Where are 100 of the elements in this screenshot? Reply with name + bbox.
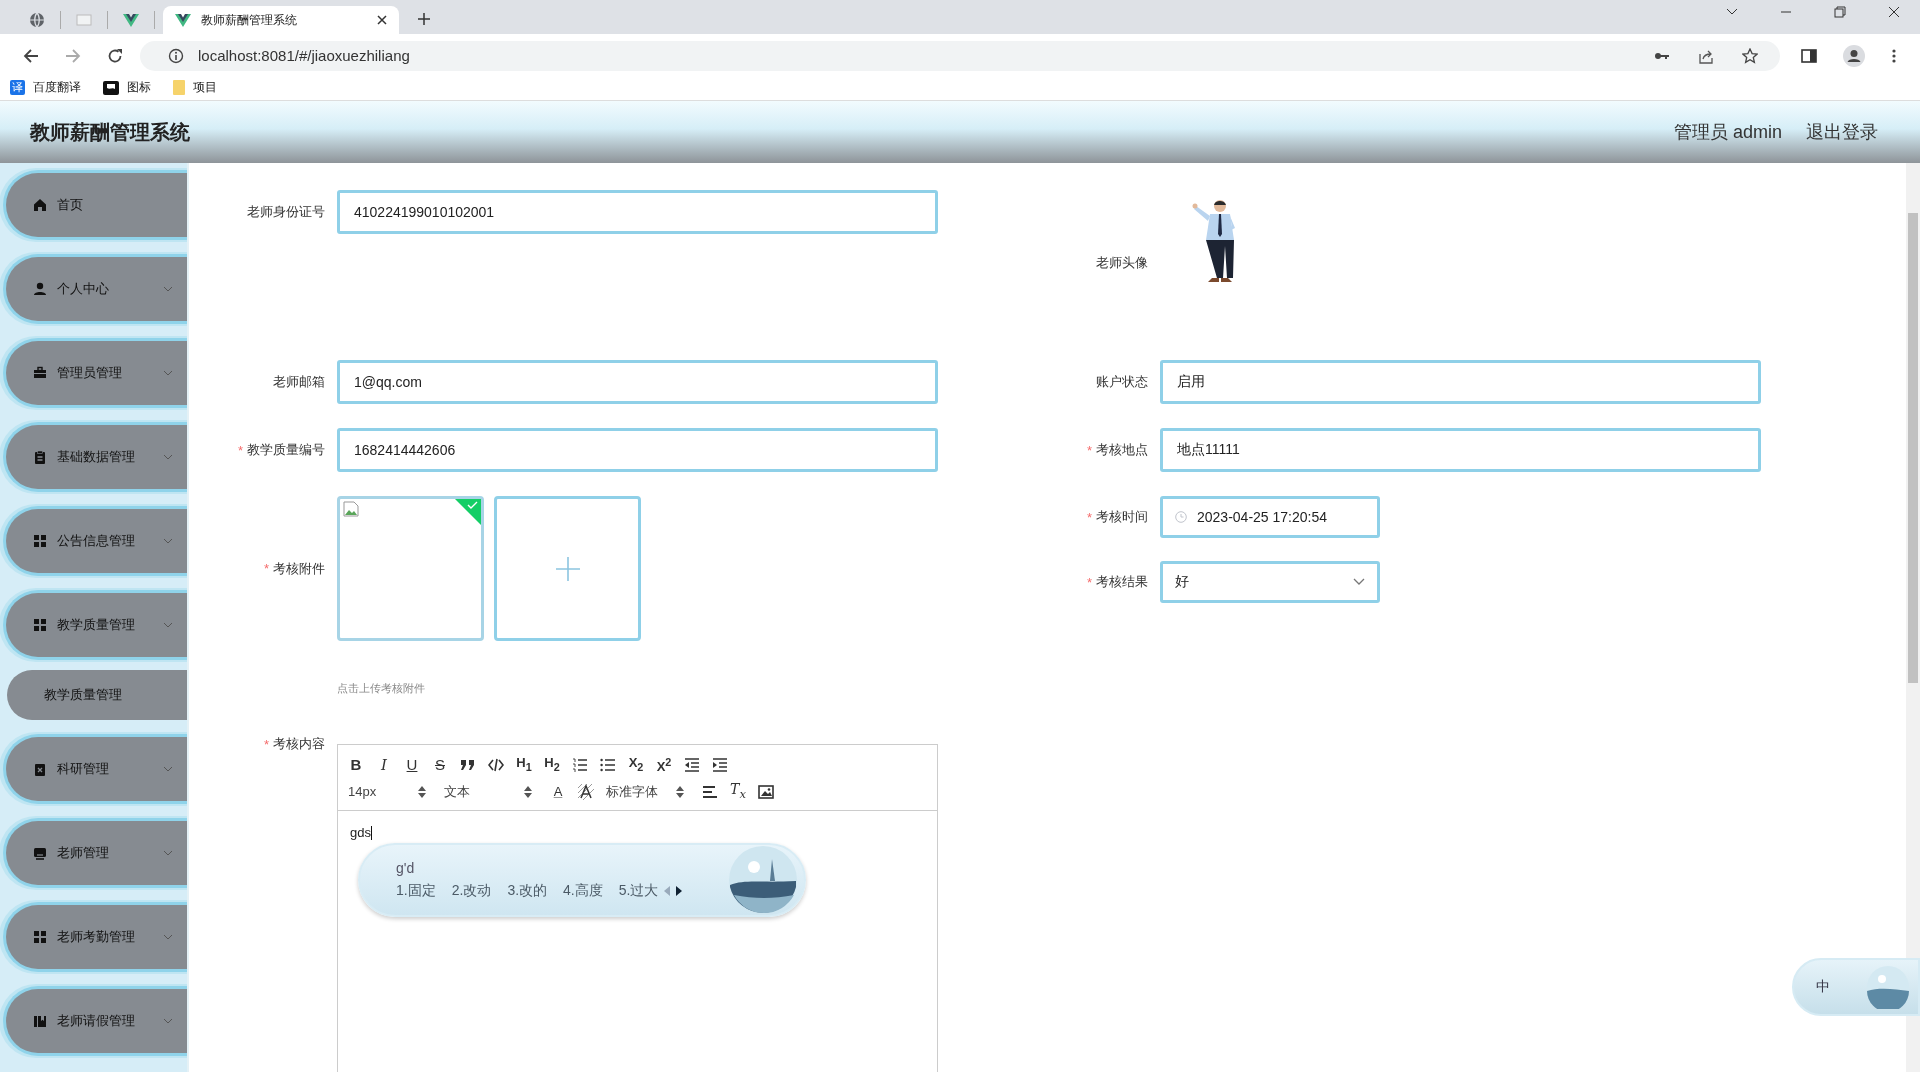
- info-icon: [168, 47, 184, 64]
- field-label: 考核结果: [1096, 573, 1148, 591]
- field-label: 考核时间: [1096, 508, 1148, 526]
- restore-icon[interactable]: [1834, 5, 1846, 18]
- menu-item[interactable]: 管理员管理: [3, 338, 187, 408]
- clock-icon: [1175, 511, 1187, 523]
- inbox-icon: [33, 846, 47, 860]
- ime-candidate[interactable]: 2.改动: [451, 882, 492, 900]
- sort-arrows-icon: [418, 785, 426, 798]
- editor-text[interactable]: gds: [350, 825, 371, 841]
- more-icon[interactable]: [1891, 47, 1897, 64]
- dropdown[interactable]: 14px: [348, 784, 432, 800]
- app-title: 教师薪酬管理系统: [30, 119, 190, 145]
- home-icon: [33, 198, 47, 212]
- menu-item[interactable]: 基础数据管理: [3, 422, 187, 492]
- menu-item[interactable]: 个人中心: [3, 254, 187, 324]
- clear-format-button[interactable]: T$_{x}$: [730, 781, 746, 803]
- user-label: 管理员 admin: [1673, 121, 1782, 144]
- folder-icon: [173, 80, 185, 95]
- clipboard-icon: [33, 762, 47, 776]
- bookmark[interactable]: 译 百度翻译: [10, 79, 81, 96]
- grid-icon: [33, 618, 47, 632]
- close-icon[interactable]: [1888, 5, 1900, 18]
- chevron-down-icon: [1353, 578, 1365, 586]
- required-mark: *: [1086, 509, 1092, 525]
- profile-icon[interactable]: [1843, 44, 1865, 67]
- underline-button[interactable]: U: [404, 756, 420, 773]
- translate-icon: 译: [10, 80, 25, 95]
- italic-button[interactable]: I: [376, 756, 392, 773]
- select-field[interactable]: 好: [1160, 561, 1380, 603]
- align-icon[interactable]: [702, 783, 718, 800]
- menu-item[interactable]: 教学质量管理: [3, 590, 187, 660]
- v-logo-icon: [123, 12, 139, 28]
- required-mark: *: [263, 561, 269, 576]
- field-label: 考核地点: [1096, 441, 1148, 459]
- field-label: 老师头像: [1096, 254, 1148, 272]
- required-mark: *: [237, 442, 243, 458]
- outdent-icon[interactable]: [684, 756, 700, 773]
- logout-link[interactable]: 退出登录: [1806, 120, 1878, 144]
- dropdown[interactable]: 文本: [444, 782, 538, 801]
- menu-item[interactable]: 公告信息管理: [3, 506, 187, 576]
- text-field[interactable]: 410224199010102001: [337, 190, 938, 234]
- text-field[interactable]: 1@qq.com: [337, 360, 938, 404]
- clipboard-icon: [33, 450, 47, 464]
- heading-button[interactable]: H$_{1}$: [516, 754, 532, 775]
- bookmark[interactable]: 图标: [103, 79, 151, 96]
- text-field[interactable]: 地点11111: [1160, 428, 1761, 472]
- star-icon[interactable]: [1742, 47, 1758, 64]
- menu-item[interactable]: 老师考勤管理: [3, 902, 187, 972]
- bookmark[interactable]: 项目: [173, 79, 217, 96]
- briefcase-icon: [33, 366, 47, 380]
- ime-candidate[interactable]: 3.改的: [507, 882, 548, 900]
- ime-candidate[interactable]: 5.过大: [618, 882, 659, 900]
- image-icon[interactable]: [758, 783, 774, 800]
- page-icon: [76, 12, 92, 28]
- address-field[interactable]: localhost:8081/#/jiaoxuezhiliang: [140, 40, 1780, 71]
- ime-status-widget[interactable]: 中: [1792, 958, 1920, 1016]
- sort-arrows-icon: [524, 785, 532, 798]
- numbered-list-icon[interactable]: [572, 756, 588, 773]
- text-field[interactable]: 1682414442606: [337, 428, 938, 472]
- field-label: 考核内容: [273, 735, 325, 753]
- user-icon: [33, 282, 47, 296]
- field-label: 考核附件: [273, 559, 325, 578]
- page-right-icon[interactable]: [676, 886, 683, 896]
- grid-icon: [33, 930, 47, 944]
- script-button[interactable]: X$^{2}$: [656, 754, 672, 776]
- highlight-icon[interactable]: [578, 783, 594, 800]
- required-mark: *: [1086, 574, 1092, 590]
- field-label: 账户状态: [1096, 373, 1148, 391]
- side-panel-icon[interactable]: [1801, 47, 1817, 64]
- bold-button[interactable]: B: [348, 756, 364, 773]
- heading-button[interactable]: H$_{2}$: [544, 754, 560, 775]
- bullet-list-icon[interactable]: [600, 756, 616, 773]
- globe-icon: [29, 12, 45, 28]
- scrollbar-thumb[interactable]: [1908, 213, 1918, 683]
- new-tab-icon[interactable]: [417, 12, 431, 26]
- broken-image-icon: [343, 501, 359, 517]
- script-button[interactable]: X$_{2}$: [628, 754, 644, 775]
- book-icon: [33, 1014, 47, 1028]
- indent-icon[interactable]: [712, 756, 728, 773]
- submenu-item[interactable]: 教学质量管理: [7, 670, 187, 720]
- text-field[interactable]: 启用: [1160, 360, 1761, 404]
- dropdown[interactable]: 标准字体: [606, 782, 690, 801]
- close-icon[interactable]: [377, 15, 387, 25]
- ime-candidate[interactable]: 1.固定: [396, 882, 436, 900]
- reload-icon[interactable]: [107, 47, 123, 64]
- date-field[interactable]: 2023-04-25 17:20:54: [1160, 496, 1380, 538]
- chevron-down-icon[interactable]: [1726, 7, 1738, 16]
- back-icon[interactable]: [23, 47, 39, 64]
- strikethrough-button[interactable]: S: [432, 756, 448, 773]
- code-icon[interactable]: [488, 756, 504, 773]
- font-color-button[interactable]: A: [550, 783, 566, 800]
- ime-composition: g'd: [396, 860, 416, 876]
- ime-candidate[interactable]: 4.高度: [563, 882, 603, 900]
- menu-item[interactable]: 老师管理: [3, 818, 187, 888]
- browser-tab[interactable]: 教师薪酬管理系统: [163, 6, 399, 34]
- menu-item[interactable]: 首页: [3, 170, 187, 240]
- menu-item[interactable]: 老师请假管理: [3, 986, 187, 1056]
- sort-arrows-icon: [676, 785, 684, 798]
- menu-item[interactable]: 科研管理: [3, 734, 187, 804]
